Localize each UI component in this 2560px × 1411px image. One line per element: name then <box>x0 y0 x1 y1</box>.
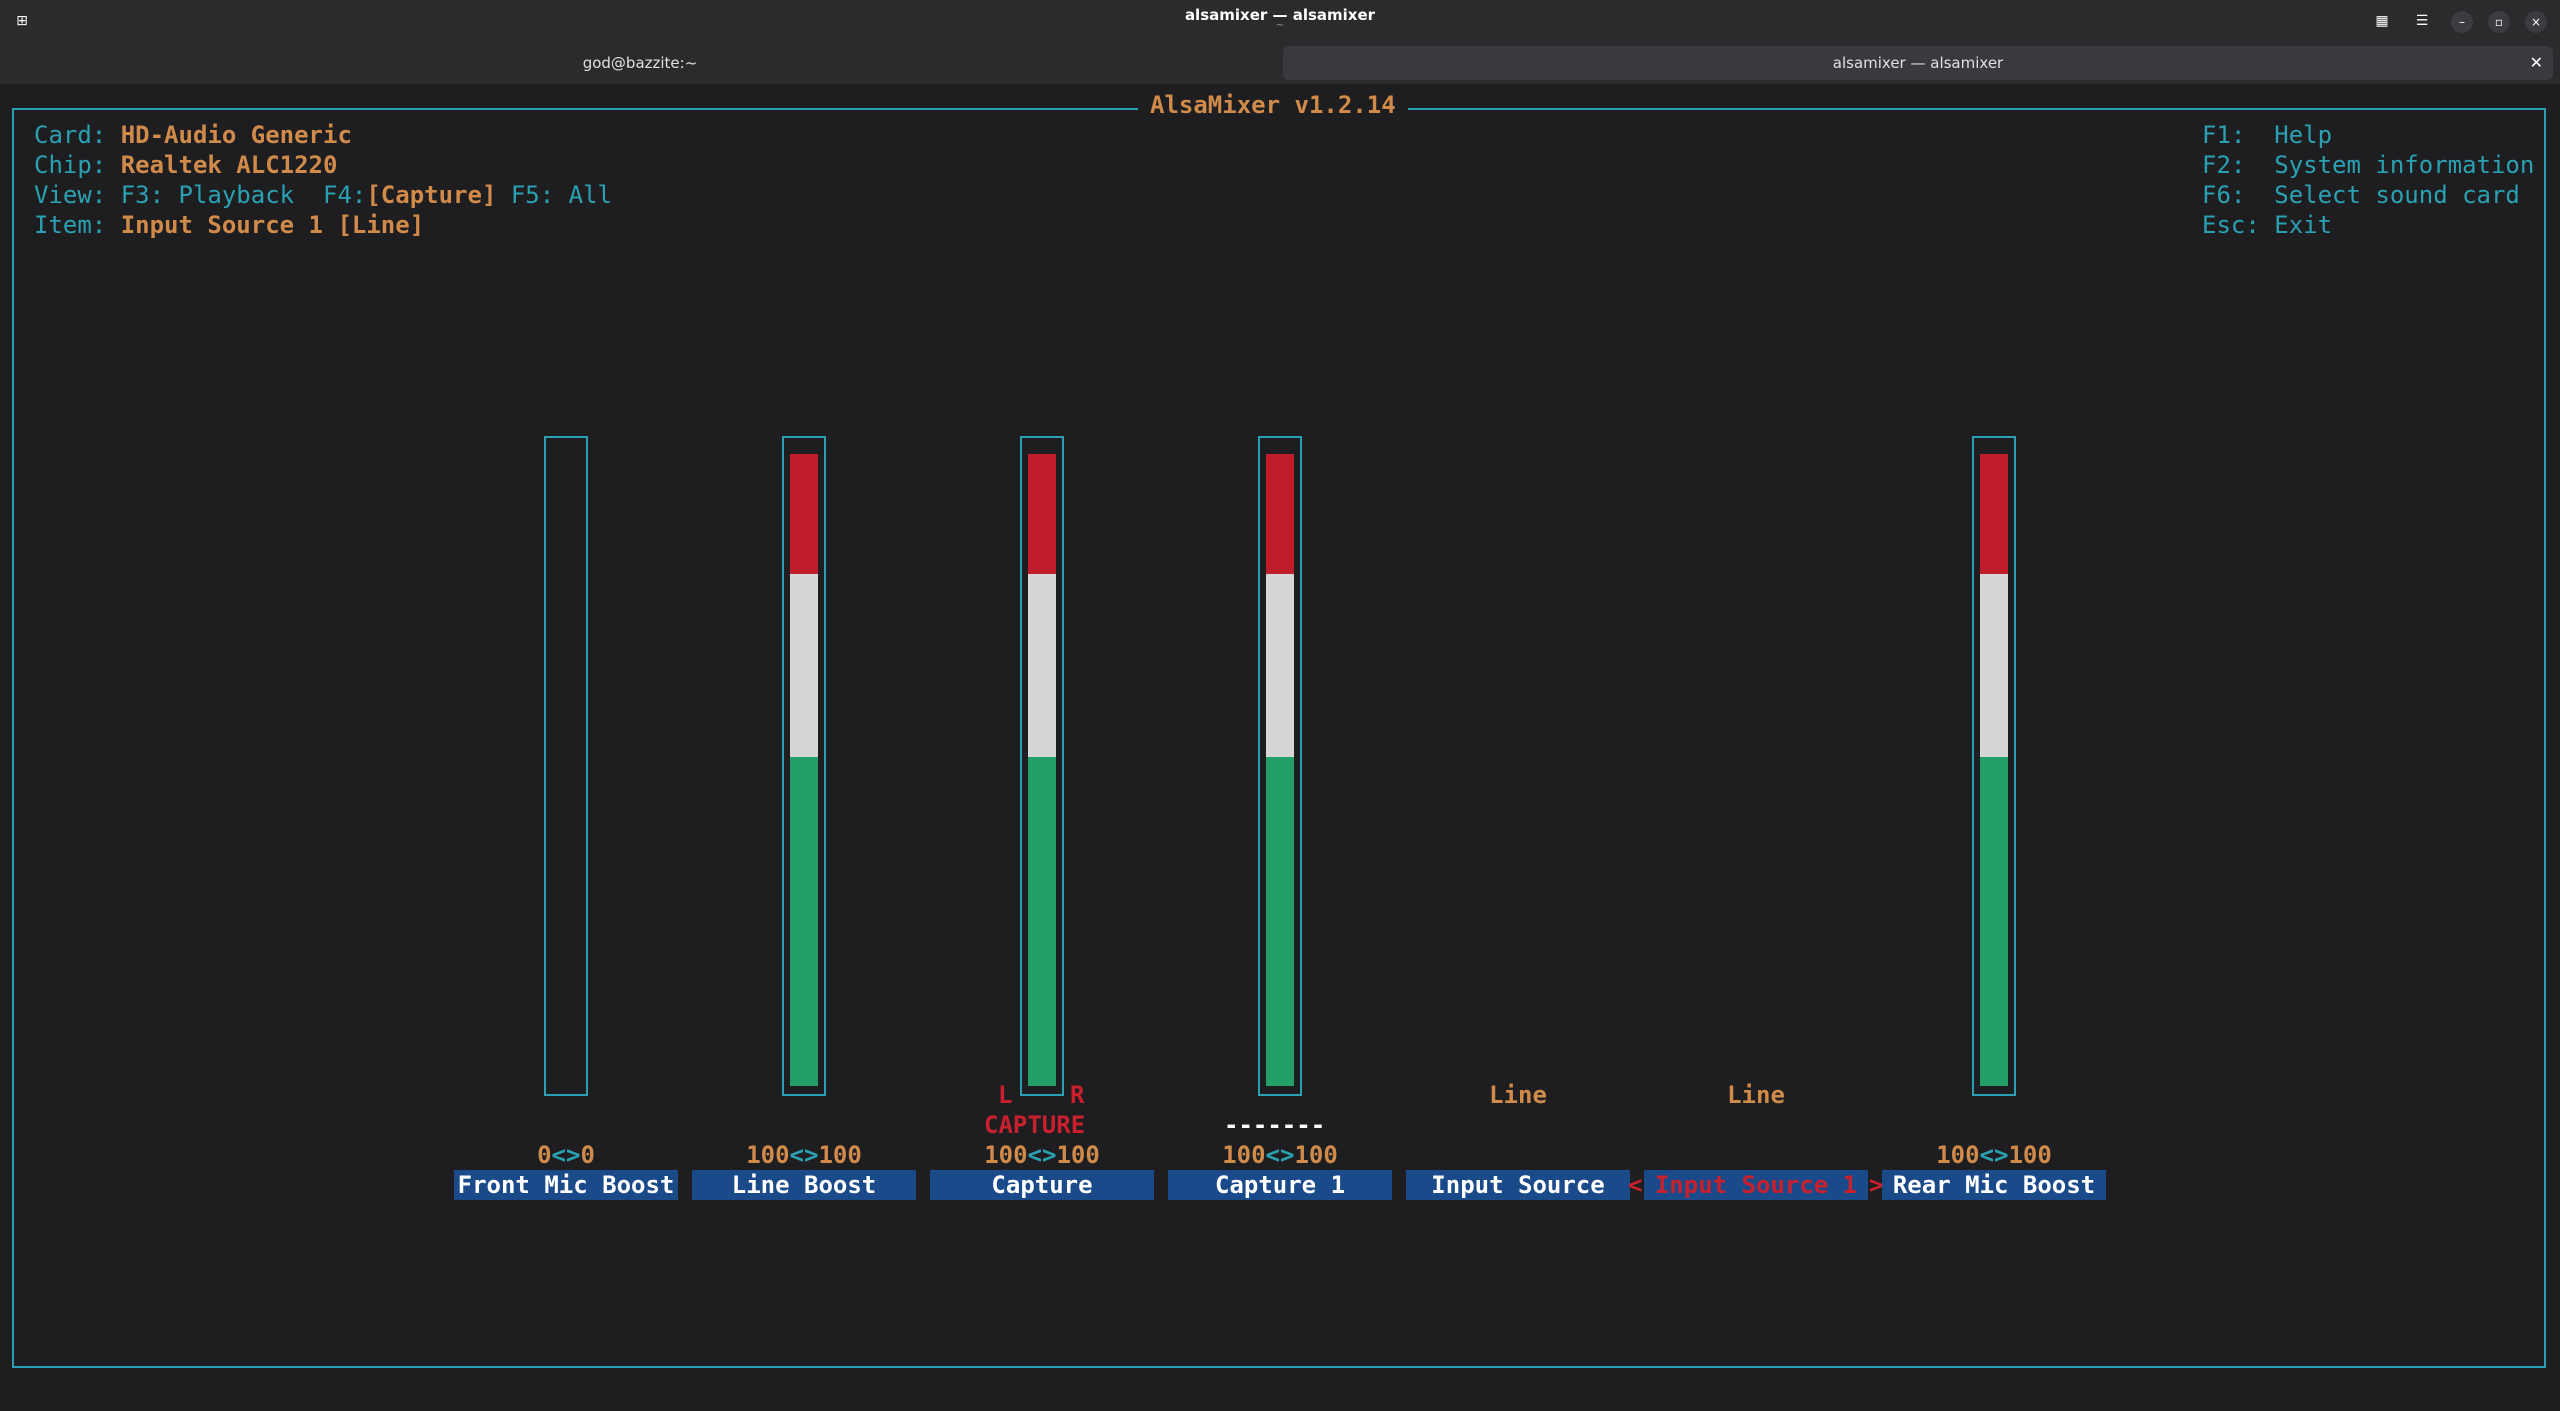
value-capture-1: 100<>100 <box>1222 1141 1338 1169</box>
control-capture-1[interactable]: Capture 1 <box>1168 1170 1392 1200</box>
control-line-boost[interactable]: Line Boost <box>692 1170 916 1200</box>
tab-label: god@bazzite:~ <box>582 54 698 72</box>
view-all[interactable]: F5: All <box>511 181 612 209</box>
input-source-1-value: Line <box>1727 1081 1785 1109</box>
help-f6[interactable]: F6: Select sound card <box>2202 180 2520 210</box>
chip-label: Chip: <box>34 151 107 179</box>
view-info: View: F3: Playback F4:[Capture] F5: All <box>34 180 612 210</box>
close-icon[interactable]: × <box>2525 11 2547 33</box>
meter-green-segment <box>1266 757 1294 1086</box>
selection-left-marker: < <box>1628 1171 1643 1199</box>
meter-capture[interactable] <box>1020 436 1064 1096</box>
meter-red-segment <box>1980 454 2008 574</box>
app-title: AlsaMixer v1.2.14 <box>1138 90 1408 120</box>
control-input-source[interactable]: Input Source <box>1406 1170 1630 1200</box>
card-value: HD-Audio Generic <box>120 121 352 149</box>
chip-info: Chip: Realtek ALC1220 <box>34 150 337 180</box>
value-line-boost: 100<>100 <box>746 1141 862 1169</box>
capture-flag[interactable]: CAPTURE <box>984 1110 1085 1140</box>
maximize-icon[interactable]: ▫ <box>2488 11 2510 33</box>
tab-terminal-home[interactable]: god@bazzite:~ <box>0 46 1280 80</box>
chip-value: Realtek ALC1220 <box>120 151 338 179</box>
help-f2[interactable]: F2: System information <box>2202 150 2534 180</box>
tab-label: alsamixer — alsamixer <box>1832 54 2004 72</box>
item-info: Item: Input Source 1 [Line] <box>34 210 424 240</box>
meter-white-segment <box>790 574 818 757</box>
menu-icon[interactable]: ☰ <box>2412 11 2432 31</box>
value-capture: 100<>100 <box>984 1141 1100 1169</box>
meter-white-segment <box>1028 574 1056 757</box>
tab-alsamixer[interactable]: alsamixer — alsamixer ✕ <box>1283 46 2553 80</box>
view-capture-key[interactable]: F4: <box>323 181 366 209</box>
channel-right-label: R <box>1070 1081 1085 1109</box>
meter-fill <box>1266 454 1294 1086</box>
card-info: Card: HD-Audio Generic <box>34 120 352 150</box>
control-input-source-1[interactable]: Input Source 1 <box>1644 1170 1868 1200</box>
meter-green-segment <box>1980 757 2008 1086</box>
window-subtitle: ~ <box>1275 20 1285 31</box>
tab-bar: god@bazzite:~ alsamixer — alsamixer ✕ <box>0 46 2560 84</box>
meter-front-mic-boost[interactable] <box>544 436 588 1096</box>
value-rear-mic-boost: 100<>100 <box>1936 1141 2052 1169</box>
meter-red-segment <box>1028 454 1056 574</box>
meter-fill <box>790 454 818 1086</box>
meter-white-segment <box>1266 574 1294 757</box>
input-source-value: Line <box>1489 1081 1547 1109</box>
meter-red-segment <box>790 454 818 574</box>
item-value: Input Source 1 [Line] <box>120 211 425 239</box>
help-f1[interactable]: F1: Help <box>2202 120 2332 150</box>
help-esc[interactable]: Esc: Exit <box>2202 210 2332 240</box>
tab-overview-icon[interactable]: ▦ <box>2372 11 2392 31</box>
control-rear-mic-boost[interactable]: Rear Mic Boost <box>1882 1170 2106 1200</box>
meter-line-boost[interactable] <box>782 436 826 1096</box>
window-titlebar: ⊞ alsamixer — alsamixer ~ ▦ ☰ – ▫ × <box>0 0 2560 46</box>
item-label: Item: <box>34 211 107 239</box>
meter-fill <box>1980 454 2008 1086</box>
terminal-view[interactable]: AlsaMixer v1.2.14 Card: HD-Audio Generic… <box>0 86 2560 1411</box>
capture-1-flag[interactable]: ------- <box>1224 1110 1325 1140</box>
value-front-mic-boost: 0<>0 <box>537 1141 595 1169</box>
card-label: Card: <box>34 121 107 149</box>
meter-white-segment <box>1980 574 2008 757</box>
meter-green-segment <box>790 757 818 1086</box>
control-front-mic-boost[interactable]: Front Mic Boost <box>454 1170 678 1200</box>
meter-green-segment <box>1028 757 1056 1086</box>
view-capture-active[interactable]: [Capture] <box>366 181 496 209</box>
meter-rear-mic-boost[interactable] <box>1972 436 2016 1096</box>
meter-capture-1[interactable] <box>1258 436 1302 1096</box>
minimize-icon[interactable]: – <box>2451 11 2473 33</box>
view-playback[interactable]: F3: Playback <box>121 181 294 209</box>
meter-red-segment <box>1266 454 1294 574</box>
tab-close-icon[interactable]: ✕ <box>2530 46 2543 80</box>
control-capture[interactable]: Capture <box>930 1170 1154 1200</box>
meter-fill <box>1028 454 1056 1086</box>
channel-left-label: L <box>998 1081 1013 1109</box>
view-label: View: <box>34 181 107 209</box>
